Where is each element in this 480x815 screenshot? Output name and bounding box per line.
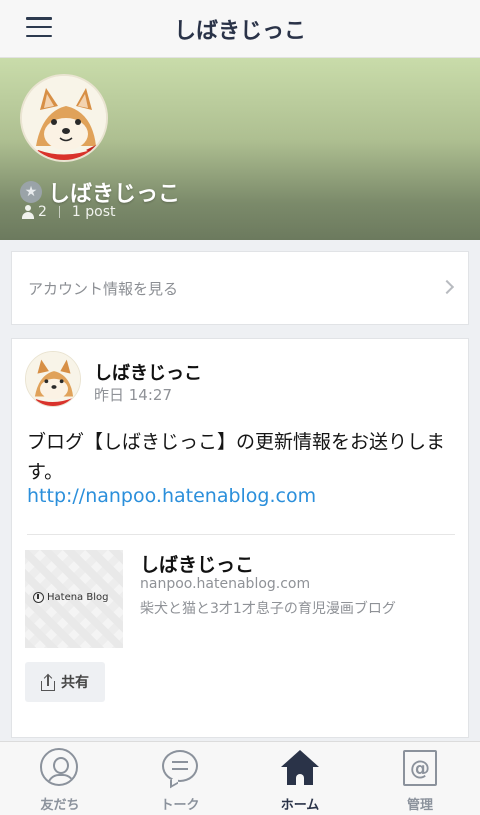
at-sign-icon: @	[400, 748, 440, 788]
profile-stats: 2 1 post	[22, 204, 116, 220]
post-text: ブログ【しばきじっこ】の更新情報をお送りします。	[27, 431, 446, 483]
avatar[interactable]	[20, 74, 108, 162]
chat-bubble-icon	[160, 748, 200, 789]
nav-item-manage[interactable]: @ 管理	[360, 742, 480, 815]
divider	[27, 534, 455, 535]
preview-domain: nanpoo.hatenablog.com	[140, 576, 311, 592]
menu-icon[interactable]	[26, 17, 52, 37]
star-icon: ★	[20, 181, 42, 203]
nav-label-friends: 友だち	[40, 798, 80, 813]
account-info-label: アカウント情報を見る	[28, 279, 179, 298]
hatena-logo-icon	[33, 592, 44, 603]
nav-item-friends[interactable]: 友だち	[0, 742, 120, 815]
link-preview[interactable]: Hatena Blog しばきじっこ nanpoo.hatenablog.com…	[25, 550, 455, 648]
share-icon	[41, 673, 55, 691]
nav-label-home: ホーム	[280, 798, 320, 813]
post-author[interactable]: しばきじっこ	[94, 359, 202, 385]
shiba-dog-avatar-icon	[26, 352, 80, 406]
hatena-logo-text: Hatena Blog	[47, 592, 109, 603]
top-bar: しばきじっこ	[0, 0, 480, 58]
post-avatar[interactable]	[25, 351, 81, 407]
post-count: 1 post	[71, 204, 116, 220]
home-icon	[280, 748, 320, 788]
preview-description: 柴犬と猫と3才1才息子の育児漫画ブログ	[140, 601, 396, 617]
preview-title: しばきじっこ	[140, 554, 255, 576]
account-info-link[interactable]: アカウント情報を見る	[11, 251, 469, 325]
follower-count: 2	[38, 204, 47, 220]
post-link[interactable]: http://nanpoo.hatenablog.com	[27, 485, 316, 507]
nav-item-talk[interactable]: トーク	[120, 742, 240, 815]
post-timestamp: 昨日 14:27	[94, 386, 172, 404]
chevron-right-icon	[439, 279, 455, 295]
share-label: 共有	[61, 675, 89, 691]
profile-cover: ★ しばきじっこ 2 1 post	[0, 58, 480, 240]
page-title: しばきじっこ	[173, 18, 306, 44]
share-button[interactable]: 共有	[25, 662, 105, 702]
person-icon	[22, 205, 34, 219]
stat-divider	[58, 206, 60, 218]
friends-icon	[40, 748, 80, 788]
hatena-blog-logo: Hatena Blog	[33, 592, 108, 603]
nav-label-manage: 管理	[406, 798, 433, 813]
post-card: しばきじっこ 昨日 14:27 ブログ【しばきじっこ】の更新情報をお送りします。…	[11, 338, 469, 738]
shiba-dog-avatar-icon	[22, 76, 106, 160]
nav-label-talk: トーク	[160, 798, 200, 813]
nav-item-home[interactable]: ホーム	[240, 742, 360, 815]
bottom-nav: 友だち トーク ホーム @ 管理	[0, 741, 480, 815]
preview-thumbnail: Hatena Blog	[25, 550, 123, 648]
